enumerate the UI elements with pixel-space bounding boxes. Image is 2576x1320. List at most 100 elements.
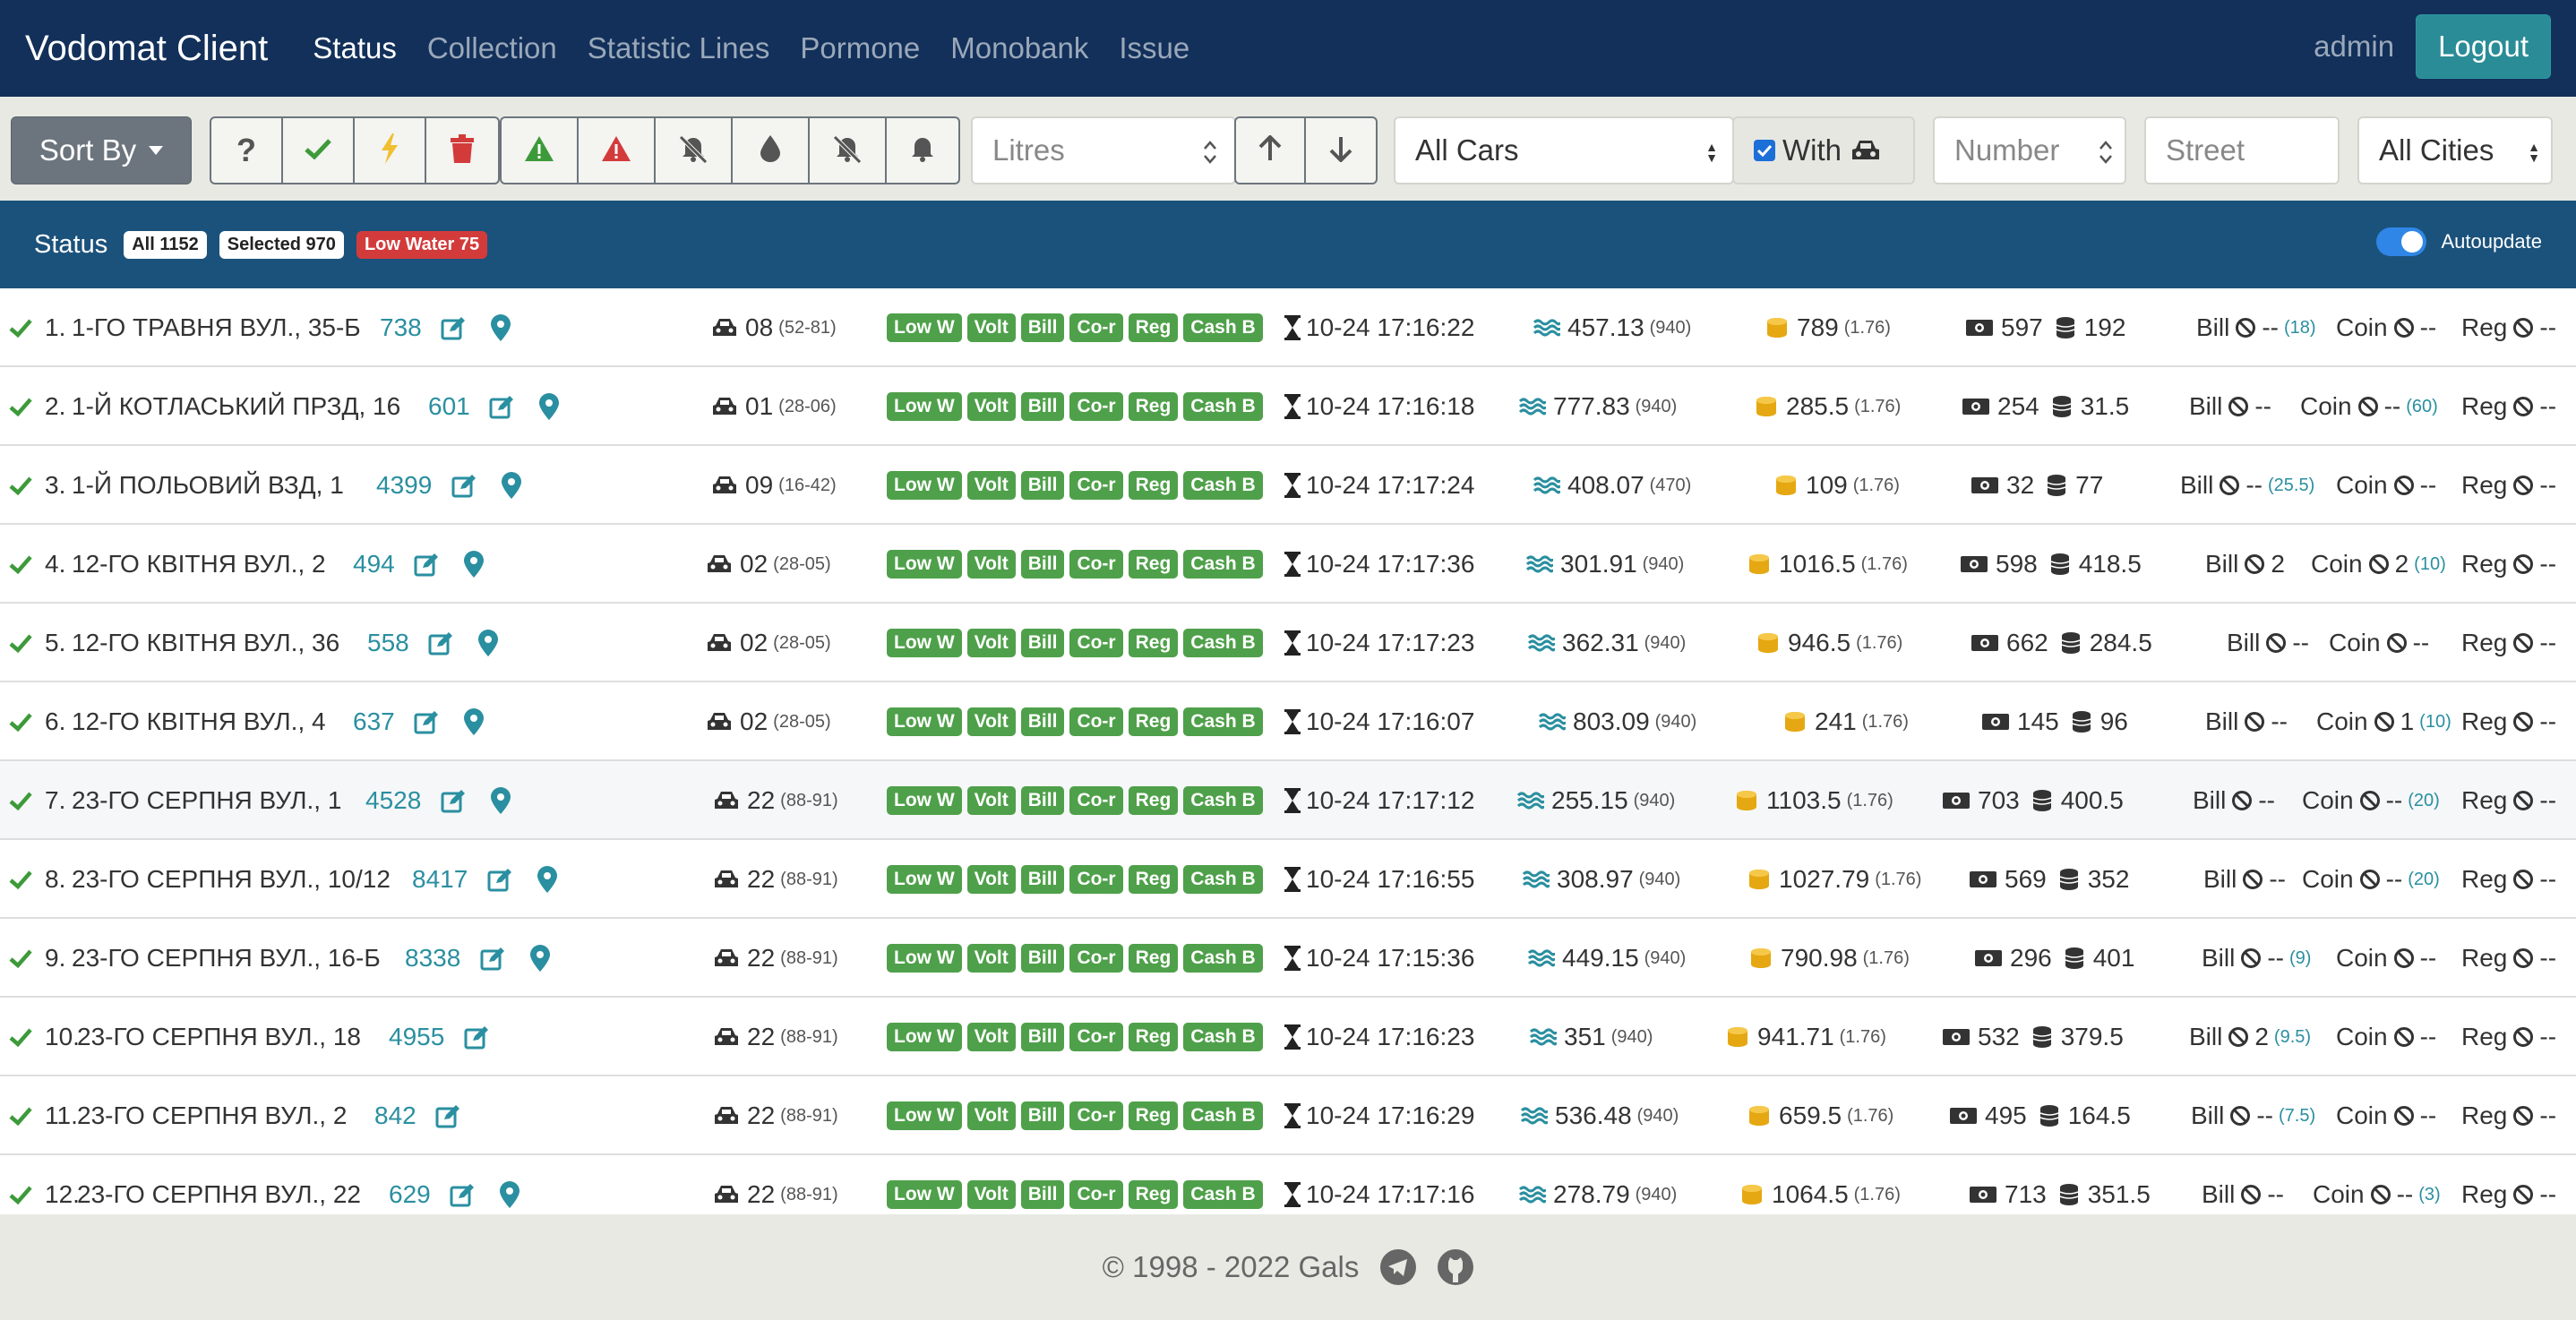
- street-input[interactable]: Street: [2144, 116, 2340, 184]
- machine-id-link[interactable]: 494: [353, 525, 395, 604]
- litres-input[interactable]: Litres: [971, 116, 1236, 184]
- table-row[interactable]: 7. 23-ГО СЕРПНЯ ВУЛ., 1 4528 22 (88-91) …: [0, 761, 2576, 840]
- map-marker-icon[interactable]: [478, 604, 498, 682]
- map-marker-icon[interactable]: [500, 1155, 519, 1214]
- nav-collection[interactable]: Collection: [427, 31, 557, 65]
- bolt-icon: [380, 133, 399, 168]
- edit-icon[interactable]: [428, 604, 453, 682]
- address[interactable]: 1-Й КОТЛАСЬКИЙ ПРЗД, 16: [72, 367, 400, 446]
- car-plate: (88-91): [780, 1026, 838, 1047]
- address[interactable]: 23-ГО СЕРПНЯ ВУЛ., 1: [72, 761, 341, 840]
- machine-id-link[interactable]: 629: [389, 1155, 431, 1214]
- ok-filter-button[interactable]: [283, 118, 355, 183]
- checkbox-checked-icon[interactable]: [1754, 140, 1775, 161]
- sort-desc-button[interactable]: [1306, 118, 1376, 183]
- edit-icon[interactable]: [441, 761, 466, 840]
- edit-icon[interactable]: [487, 840, 512, 919]
- table-row[interactable]: 3. 1-Й ПОЛЬОВИЙ ВЗД, 1 4399 09 (16-42) L…: [0, 446, 2576, 525]
- sort-by-dropdown[interactable]: Sort By: [11, 116, 192, 184]
- github-icon[interactable]: [1438, 1249, 1474, 1285]
- water-drop-button[interactable]: [733, 118, 810, 183]
- bell-button[interactable]: [887, 118, 958, 183]
- cities-select[interactable]: All Cities ▲ ▼: [2357, 116, 2553, 184]
- machine-id-link[interactable]: 558: [367, 604, 409, 682]
- power-filter-button[interactable]: [355, 118, 426, 183]
- machine-id-link[interactable]: 8417: [412, 840, 468, 919]
- table-row[interactable]: 1. 1-ГО ТРАВНЯ ВУЛ., 35-Б 738 08 (52-81)…: [0, 288, 2576, 367]
- map-marker-icon[interactable]: [537, 840, 557, 919]
- badge-low-water[interactable]: Low Water 75: [356, 230, 488, 259]
- edit-icon[interactable]: [451, 446, 477, 525]
- machine-id-link[interactable]: 4955: [389, 998, 444, 1076]
- nav-status[interactable]: Status: [313, 31, 397, 65]
- address[interactable]: 23-ГО СЕРПНЯ ВУЛ., 2: [77, 1076, 347, 1155]
- machine-id-link[interactable]: 738: [380, 288, 422, 367]
- nav-statistic-lines[interactable]: Statistic Lines: [588, 31, 770, 65]
- edit-icon[interactable]: [450, 1155, 475, 1214]
- autoupdate-switch[interactable]: Autoupdate: [2376, 227, 2542, 256]
- no-bell-button[interactable]: [656, 118, 733, 183]
- map-marker-icon[interactable]: [491, 288, 511, 367]
- warning-red-button[interactable]: [579, 118, 656, 183]
- map-marker-icon[interactable]: [464, 525, 484, 604]
- table-row[interactable]: 4. 12-ГО КВІТНЯ ВУЛ., 2 494 02 (28-05) L…: [0, 525, 2576, 604]
- money-total: 790.98: [1781, 944, 1858, 972]
- map-marker-icon[interactable]: [464, 682, 484, 761]
- address[interactable]: 12-ГО КВІТНЯ ВУЛ., 2: [72, 525, 326, 604]
- table-row[interactable]: 2. 1-Й КОТЛАСЬКИЙ ПРЗД, 16 601 01 (28-06…: [0, 367, 2576, 446]
- cars-select[interactable]: All Cars ▲ ▼: [1394, 116, 1734, 184]
- logout-button[interactable]: Logout: [2416, 14, 2551, 79]
- nav-monobank[interactable]: Monobank: [950, 31, 1088, 65]
- map-marker-icon[interactable]: [539, 367, 559, 446]
- table-row[interactable]: 12. 23-ГО СЕРПНЯ ВУЛ., 22 629 22 (88-91)…: [0, 1155, 2576, 1214]
- machine-id-link[interactable]: 4528: [365, 761, 421, 840]
- nav-pormone[interactable]: Pormone: [800, 31, 920, 65]
- number-input[interactable]: Number: [1933, 116, 2126, 184]
- toggle-switch[interactable]: [2376, 227, 2427, 256]
- table-row[interactable]: 10. 23-ГО СЕРПНЯ ВУЛ., 18 4955 22 (88-91…: [0, 998, 2576, 1076]
- map-marker-icon[interactable]: [491, 761, 511, 840]
- no-bell-alt-button[interactable]: [810, 118, 887, 183]
- edit-icon[interactable]: [480, 919, 505, 998]
- edit-icon[interactable]: [441, 288, 466, 367]
- address[interactable]: 12-ГО КВІТНЯ ВУЛ., 36: [72, 604, 339, 682]
- sort-asc-button[interactable]: [1236, 118, 1306, 183]
- map-marker-icon[interactable]: [502, 446, 521, 525]
- telegram-icon[interactable]: [1380, 1249, 1417, 1285]
- table-row[interactable]: 11. 23-ГО СЕРПНЯ ВУЛ., 2 842 22 (88-91) …: [0, 1076, 2576, 1155]
- address[interactable]: 1-Й ПОЛЬОВИЙ ВЗД, 1: [72, 446, 344, 525]
- address[interactable]: 23-ГО СЕРПНЯ ВУЛ., 18: [77, 998, 361, 1076]
- address[interactable]: 23-ГО СЕРПНЯ ВУЛ., 10/12: [72, 840, 391, 919]
- table-row[interactable]: 8. 23-ГО СЕРПНЯ ВУЛ., 10/12 8417 22 (88-…: [0, 840, 2576, 919]
- map-marker-icon[interactable]: [530, 919, 550, 998]
- address[interactable]: 1-ГО ТРАВНЯ ВУЛ., 35-Б: [72, 288, 361, 367]
- table-row[interactable]: 6. 12-ГО КВІТНЯ ВУЛ., 4 637 02 (28-05) L…: [0, 682, 2576, 761]
- badge-all[interactable]: All 1152: [124, 230, 207, 259]
- register-cell: Reg --: [2461, 761, 2556, 840]
- machine-id-link[interactable]: 842: [374, 1076, 416, 1155]
- edit-icon[interactable]: [489, 367, 514, 446]
- status-ok-icon: [9, 761, 32, 840]
- table-row[interactable]: 5. 12-ГО КВІТНЯ ВУЛ., 36 558 02 (28-05) …: [0, 604, 2576, 682]
- warning-green-button[interactable]: [502, 118, 579, 183]
- bill-count: (7.5): [2279, 1105, 2316, 1126]
- brand[interactable]: Vodomat Client: [25, 29, 268, 69]
- delete-filter-button[interactable]: [426, 118, 498, 183]
- nav-user[interactable]: admin: [2314, 30, 2394, 64]
- badge-selected[interactable]: Selected 970: [219, 230, 344, 259]
- table-row[interactable]: 9. 23-ГО СЕРПНЯ ВУЛ., 16-Б 8338 22 (88-9…: [0, 919, 2576, 998]
- edit-icon[interactable]: [414, 682, 439, 761]
- address[interactable]: 23-ГО СЕРПНЯ ВУЛ., 22: [77, 1155, 361, 1214]
- machine-id-link[interactable]: 601: [428, 367, 470, 446]
- address[interactable]: 23-ГО СЕРПНЯ ВУЛ., 16-Б: [72, 919, 381, 998]
- edit-icon[interactable]: [464, 998, 489, 1076]
- machine-id-link[interactable]: 4399: [376, 446, 432, 525]
- machine-id-link[interactable]: 637: [353, 682, 395, 761]
- unknown-filter-button[interactable]: ?: [211, 118, 283, 183]
- edit-icon[interactable]: [414, 525, 439, 604]
- nav-issue[interactable]: Issue: [1119, 31, 1189, 65]
- with-car-toggle[interactable]: With: [1732, 116, 1915, 184]
- address[interactable]: 12-ГО КВІТНЯ ВУЛ., 4: [72, 682, 326, 761]
- edit-icon[interactable]: [435, 1076, 460, 1155]
- machine-id-link[interactable]: 8338: [405, 919, 460, 998]
